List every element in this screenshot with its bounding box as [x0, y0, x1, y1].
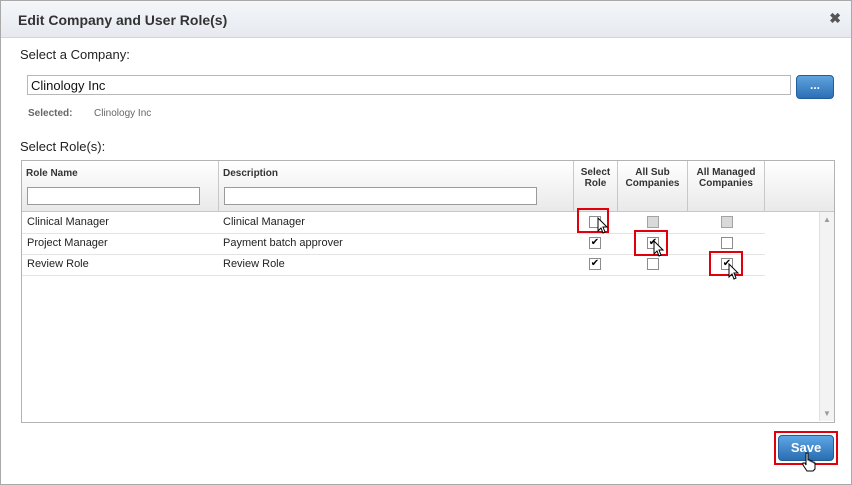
- col-header-description[interactable]: Description: [219, 161, 574, 211]
- col-header-spacer: [765, 161, 834, 211]
- grid-scrollbar[interactable]: ▲ ▼: [819, 212, 834, 421]
- scroll-up-icon[interactable]: ▲: [823, 215, 831, 224]
- col-select-role-line1: Select: [580, 167, 611, 178]
- role-name-filter-input[interactable]: [27, 187, 200, 205]
- all-sub-checkbox: [647, 216, 659, 228]
- col-all-managed-line1: All Managed: [696, 167, 756, 178]
- col-header-all-managed[interactable]: All Managed Companies: [688, 161, 765, 211]
- col-header-role-name[interactable]: Role Name: [22, 161, 219, 211]
- dialog-titlebar: Edit Company and User Role(s) ✖: [1, 1, 851, 38]
- hand-cursor-icon: [802, 452, 816, 472]
- close-icon[interactable]: ✖: [829, 10, 841, 27]
- role-name-cell: Clinical Manager: [27, 216, 109, 228]
- col-role-name-label: Role Name: [26, 168, 78, 179]
- roles-grid: Role Name Description Select Role All Su…: [21, 160, 835, 423]
- description-cell: Payment batch approver: [223, 237, 343, 249]
- col-header-select-role[interactable]: Select Role: [574, 161, 618, 211]
- select-roles-label: Select Role(s):: [20, 139, 106, 154]
- all-managed-checkbox[interactable]: [721, 237, 733, 249]
- pointer-cursor-icon: [597, 217, 609, 234]
- col-all-managed-line2: Companies: [699, 178, 753, 189]
- scroll-down-icon[interactable]: ▼: [823, 409, 831, 418]
- description-cell: Clinical Manager: [223, 216, 305, 228]
- all-sub-checkbox[interactable]: [647, 258, 659, 270]
- browse-company-button[interactable]: ...: [796, 75, 834, 99]
- col-all-sub-line2: Companies: [625, 178, 680, 189]
- description-filter-input[interactable]: [224, 187, 537, 205]
- col-description-label: Description: [223, 168, 279, 179]
- selected-value: Clinology Inc: [94, 108, 152, 119]
- selected-label: Selected:: [28, 108, 73, 119]
- col-select-role-line2: Role: [584, 178, 607, 189]
- pointer-cursor-icon: [728, 263, 740, 280]
- select-role-checkbox[interactable]: ✔: [589, 237, 601, 249]
- all-managed-checkbox: [721, 216, 733, 228]
- pointer-cursor-icon: [653, 240, 665, 257]
- col-all-sub-line1: All Sub: [635, 167, 670, 178]
- select-role-checkbox[interactable]: ✔: [589, 258, 601, 270]
- dialog-title: Edit Company and User Role(s): [18, 12, 228, 28]
- col-header-all-sub[interactable]: All Sub Companies: [618, 161, 688, 211]
- role-name-cell: Project Manager: [27, 237, 108, 249]
- company-input[interactable]: [27, 75, 791, 95]
- select-company-label: Select a Company:: [20, 47, 130, 62]
- description-cell: Review Role: [223, 258, 285, 270]
- edit-company-dialog: Edit Company and User Role(s) ✖ Select a…: [0, 0, 852, 485]
- role-name-cell: Review Role: [27, 258, 89, 270]
